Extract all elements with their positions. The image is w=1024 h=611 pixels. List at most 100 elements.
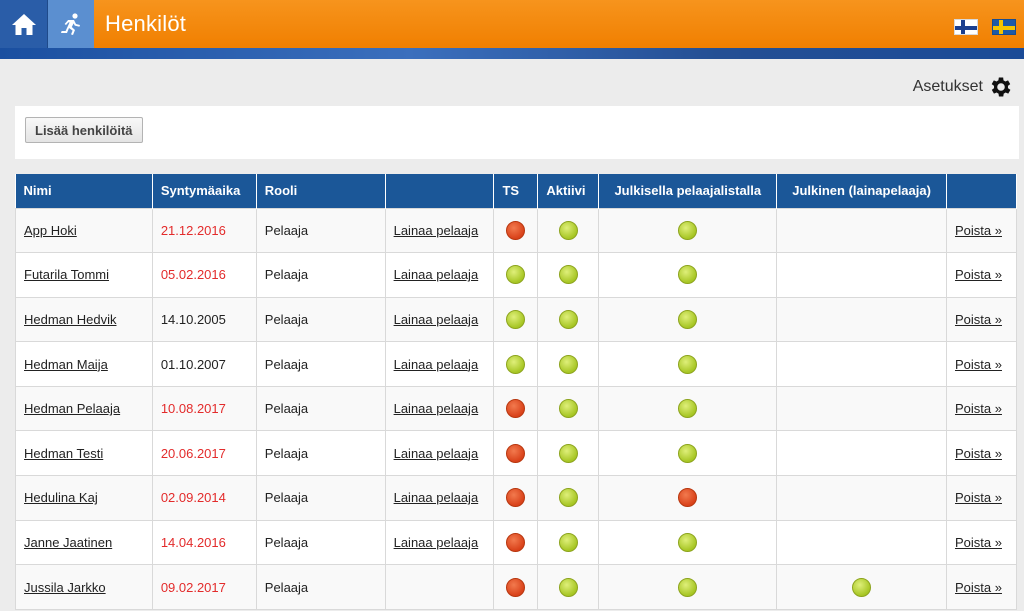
person-name-link[interactable]: App Hoki <box>24 223 77 238</box>
delete-link[interactable]: Poista » <box>955 267 1002 282</box>
cell-birthdate: 05.02.2016 <box>151 252 257 298</box>
delete-link[interactable]: Poista » <box>955 446 1002 461</box>
cell-public-list <box>598 252 778 298</box>
cell-actions: Poista » <box>945 341 1018 387</box>
delete-link[interactable]: Poista » <box>955 535 1002 550</box>
column-header-public-list[interactable]: Julkisella pelaajalistalla <box>598 174 778 208</box>
cell-active <box>537 207 600 254</box>
cell-public-list <box>598 475 778 521</box>
cell-active <box>537 296 600 343</box>
cell-public-loan <box>776 252 947 298</box>
person-name-link[interactable]: Hedman Maija <box>24 357 108 372</box>
active-status-green-icon[interactable] <box>558 488 578 508</box>
column-header-name[interactable]: Nimi <box>15 174 153 208</box>
delete-link[interactable]: Poista » <box>955 312 1002 327</box>
column-header-birthdate[interactable]: Syntymäaika <box>152 174 257 208</box>
ts-status-red-icon[interactable] <box>506 443 526 463</box>
cell-birthdate: 10.08.2017 <box>151 385 257 432</box>
add-persons-button[interactable]: Lisää henkilöitä <box>25 117 143 143</box>
lend-player-link[interactable]: Lainaa pelaaja <box>394 401 479 416</box>
lend-player-link[interactable]: Lainaa pelaaja <box>394 267 479 282</box>
delete-link[interactable]: Poista » <box>955 580 1002 595</box>
ts-status-green-icon[interactable] <box>506 265 526 285</box>
players-button[interactable] <box>48 0 94 48</box>
active-status-green-icon[interactable] <box>558 399 578 419</box>
settings-link[interactable]: Asetukset <box>913 74 1014 100</box>
column-header-public-loan[interactable]: Julkinen (lainapelaaja) <box>776 174 947 208</box>
cell-public-list <box>598 207 778 254</box>
person-name-link[interactable]: Janne Jaatinen <box>24 535 112 550</box>
person-name-link[interactable]: Hedman Testi <box>24 446 103 461</box>
public-list-status-green-icon[interactable] <box>678 532 698 552</box>
public-list-status-green-icon[interactable] <box>678 577 698 597</box>
home-button[interactable] <box>0 0 48 48</box>
cell-public-list <box>598 385 778 432</box>
column-header-ts[interactable]: TS <box>493 174 539 208</box>
active-status-green-icon[interactable] <box>558 309 578 329</box>
page-title: Henkilöt <box>105 11 187 36</box>
active-status-green-icon[interactable] <box>558 577 578 597</box>
active-status-green-icon[interactable] <box>558 443 578 463</box>
public-list-status-green-icon[interactable] <box>678 220 698 240</box>
public-list-status-green-icon[interactable] <box>678 354 698 374</box>
swedish-flag-icon[interactable] <box>992 19 1016 35</box>
public-list-status-green-icon[interactable] <box>678 443 698 463</box>
active-status-green-icon[interactable] <box>558 354 578 374</box>
cell-public-loan <box>776 385 947 432</box>
cell-birthdate: 14.04.2016 <box>151 519 257 566</box>
cell-public-loan <box>776 341 947 387</box>
cell-active <box>537 519 600 566</box>
cell-lend: Lainaa pelaaja <box>384 207 495 254</box>
language-selector <box>954 19 1016 35</box>
cell-ts <box>493 296 539 343</box>
ts-status-red-icon[interactable] <box>506 399 526 419</box>
ts-status-red-icon[interactable] <box>506 488 526 508</box>
person-name-link[interactable]: Hedman Pelaaja <box>24 401 120 416</box>
ts-status-red-icon[interactable] <box>506 577 526 597</box>
column-header-lend <box>385 174 495 208</box>
cell-role: Pelaaja <box>255 207 386 254</box>
cell-lend: Lainaa pelaaja <box>384 385 495 432</box>
person-name-link[interactable]: Futarila Tommi <box>24 267 109 282</box>
ts-status-green-icon[interactable] <box>506 309 526 329</box>
public-loan-status-green-icon[interactable] <box>852 577 872 597</box>
lend-player-link[interactable]: Lainaa pelaaja <box>394 312 479 327</box>
home-icon <box>11 14 36 35</box>
ts-status-green-icon[interactable] <box>506 354 526 374</box>
table-row: Hedman Hedvik 14.10.2005 Pelaaja Lainaa pel… <box>15 296 1018 343</box>
table-row: Hedman Pelaaja 10.08.2017 Pelaaja Lainaa pe… <box>15 385 1018 432</box>
active-status-green-icon[interactable] <box>558 532 578 552</box>
public-list-status-green-icon[interactable] <box>678 309 698 329</box>
cell-ts <box>493 385 539 432</box>
cell-lend: Lainaa pelaaja <box>384 252 495 298</box>
public-list-status-red-icon[interactable] <box>678 488 698 508</box>
lend-player-link[interactable]: Lainaa pelaaja <box>394 357 479 372</box>
person-name-link[interactable]: Hedman Hedvik <box>24 312 117 327</box>
column-header-active[interactable]: Aktiivi <box>537 174 600 208</box>
active-status-green-icon[interactable] <box>558 220 578 240</box>
delete-link[interactable]: Poista » <box>955 357 1002 372</box>
public-list-status-green-icon[interactable] <box>678 265 698 285</box>
column-header-role[interactable]: Rooli <box>256 174 386 208</box>
lend-player-link[interactable]: Lainaa pelaaja <box>394 446 479 461</box>
ts-status-red-icon[interactable] <box>506 220 526 240</box>
delete-link[interactable]: Poista » <box>955 490 1002 505</box>
cell-birthdate: 20.06.2017 <box>151 430 257 477</box>
lend-player-link[interactable]: Lainaa pelaaja <box>394 223 479 238</box>
cell-active <box>537 341 600 387</box>
public-list-status-green-icon[interactable] <box>678 399 698 419</box>
delete-link[interactable]: Poista » <box>955 401 1002 416</box>
finnish-flag-icon[interactable] <box>954 19 978 35</box>
settings-label: Asetukset <box>912 78 983 95</box>
cell-lend: Lainaa pelaaja <box>384 430 495 477</box>
person-name-link[interactable]: Jussila Jarkko <box>24 580 106 595</box>
table-row: Futarila Tommi 05.02.2016 Pelaaja Lainaa pe… <box>15 252 1018 298</box>
active-status-green-icon[interactable] <box>558 265 578 285</box>
person-name-link[interactable]: Hedulina Kaj <box>24 490 98 505</box>
lend-player-link[interactable]: Lainaa pelaaja <box>394 490 479 505</box>
ts-status-red-icon[interactable] <box>506 532 526 552</box>
lend-player-link[interactable]: Lainaa pelaaja <box>394 535 479 550</box>
cell-public-list <box>598 519 778 566</box>
cell-name: Hedman Pelaaja <box>15 385 153 432</box>
delete-link[interactable]: Poista » <box>955 223 1002 238</box>
